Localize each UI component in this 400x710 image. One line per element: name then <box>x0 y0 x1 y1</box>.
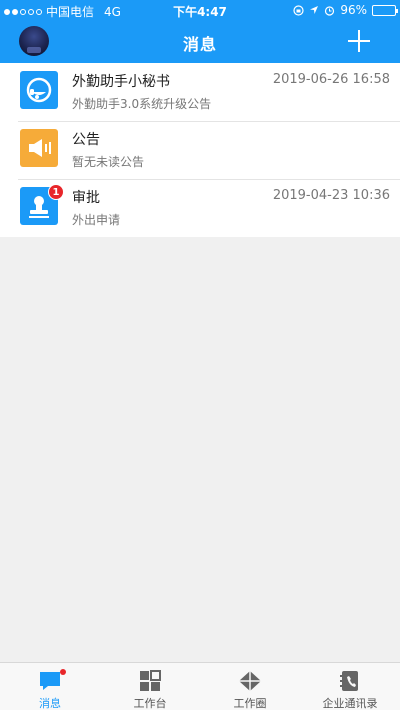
battery-icon <box>372 4 398 16</box>
message-preview: 外勤助手3.0系统升级公告 <box>72 97 212 111</box>
tab-label: 消息 <box>39 697 61 710</box>
message-title: 公告 <box>72 132 100 148</box>
chat-icon <box>40 672 60 690</box>
message-time: 2019-06-26 16:58 <box>272 72 390 87</box>
orientation-lock-icon <box>293 4 304 16</box>
tab-workcircle[interactable]: 工作圈 <box>200 663 300 710</box>
tab-contacts[interactable]: 企业通讯录 <box>300 663 400 710</box>
app-header: 中国电信 4G 下午4:47 96% 消息 <box>0 0 400 63</box>
message-item-announcement[interactable]: 公告 暂无未读公告 <box>0 121 400 179</box>
message-list: 外勤助手小秘书 2019-06-26 16:58 外勤助手3.0系统升级公告 公… <box>0 63 400 237</box>
alarm-icon <box>325 5 335 16</box>
message-time: 2019-04-23 10:36 <box>272 188 390 203</box>
tab-bar: 消息 工作台 工作圈 企业通讯录 <box>0 662 400 710</box>
add-icon[interactable] <box>346 28 372 54</box>
status-bar: 中国电信 4G 下午4:47 96% <box>0 0 400 20</box>
tab-label: 企业通讯录 <box>322 697 378 710</box>
message-preview: 外出申请 <box>72 213 121 227</box>
diamond-icon <box>239 671 261 691</box>
message-preview: 暂无未读公告 <box>72 155 145 169</box>
status-right: 96% <box>293 3 398 17</box>
battery-percent: 96% <box>340 3 367 17</box>
contacts-icon <box>340 671 358 691</box>
megaphone-icon <box>20 129 58 167</box>
message-item-approval[interactable]: 1 审批 2019-04-23 10:36 外出申请 <box>0 179 400 237</box>
tab-messages[interactable]: 消息 <box>0 663 100 710</box>
unread-badge: 1 <box>48 184 64 200</box>
message-item-assistant[interactable]: 外勤助手小秘书 2019-06-26 16:58 外勤助手3.0系统升级公告 <box>0 63 400 121</box>
headset-icon <box>20 71 58 109</box>
tab-workbench[interactable]: 工作台 <box>100 663 200 710</box>
message-title: 外勤助手小秘书 <box>72 74 170 90</box>
tab-label: 工作台 <box>133 697 167 710</box>
notification-dot <box>60 669 66 675</box>
tab-label: 工作圈 <box>233 697 267 710</box>
page-title: 消息 <box>182 35 217 54</box>
location-icon <box>310 6 319 14</box>
message-title: 审批 <box>72 190 100 206</box>
grid-icon <box>140 670 161 691</box>
